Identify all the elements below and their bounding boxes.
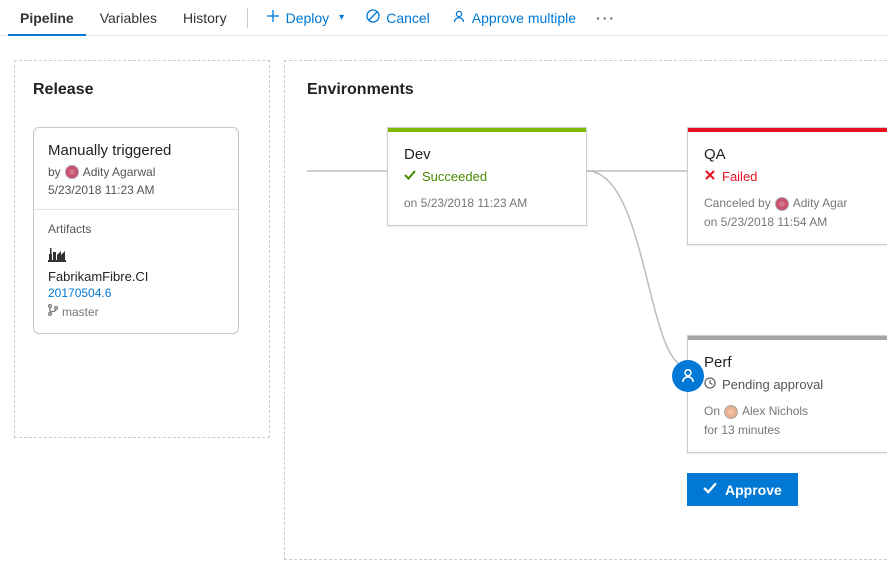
- clock-icon: [704, 377, 716, 392]
- deploy-button[interactable]: Deploy ▾: [256, 2, 355, 34]
- release-date: 5/23/2018 11:23 AM: [48, 183, 224, 197]
- canceled-label: Canceled by: [704, 194, 771, 213]
- cancel-icon: [366, 9, 380, 26]
- approve-button[interactable]: Approve: [687, 473, 798, 506]
- factory-icon: [48, 246, 224, 265]
- person-icon: [680, 367, 696, 386]
- release-title: Release: [33, 81, 255, 99]
- tab-history[interactable]: History: [171, 0, 239, 36]
- release-card[interactable]: Manually triggered by Adity Agarwal 5/23…: [33, 127, 239, 334]
- approval-badge[interactable]: [672, 360, 704, 392]
- env-meta: Canceled by Adity Agar on 5/23/2018 11:5…: [704, 194, 878, 232]
- env-name: Dev: [404, 146, 570, 163]
- avatar-icon: [775, 197, 789, 211]
- release-trigger-title: Manually triggered: [48, 142, 224, 159]
- tab-variables[interactable]: Variables: [88, 0, 169, 36]
- duration: for 13 minutes: [704, 421, 878, 440]
- status-text: Succeeded: [422, 169, 487, 184]
- env-meta: on 5/23/2018 11:23 AM: [404, 194, 570, 213]
- approve-multiple-label: Approve multiple: [472, 10, 576, 26]
- release-by-row: by Adity Agarwal: [48, 165, 224, 179]
- person-icon: [452, 9, 466, 26]
- release-card-top: Manually triggered by Adity Agarwal 5/23…: [34, 128, 238, 210]
- environments-title: Environments: [307, 81, 887, 99]
- branch-row: master: [48, 304, 224, 319]
- environments-panel: Environments Dev Succeeded: [284, 60, 887, 560]
- env-name: Perf: [704, 354, 878, 371]
- environment-card-perf[interactable]: Perf Pending approval On Alex Nichols: [687, 335, 887, 453]
- status-text: Failed: [722, 169, 757, 184]
- branch-icon: [48, 304, 58, 319]
- cancel-button[interactable]: Cancel: [356, 2, 440, 34]
- release-panel: Release Manually triggered by Adity Agar…: [14, 60, 270, 438]
- approve-label: Approve: [725, 482, 782, 498]
- environment-card-dev[interactable]: Dev Succeeded on 5/23/2018 11:23 AM: [387, 127, 587, 226]
- by-user: Adity Agarwal: [83, 165, 156, 179]
- artifact-build-link[interactable]: 20170504.6: [48, 286, 224, 300]
- env-status: Pending approval: [704, 377, 878, 392]
- on-user: Alex Nichols: [742, 402, 808, 421]
- status-text: Pending approval: [722, 377, 823, 392]
- check-icon: [703, 481, 717, 498]
- chevron-down-icon: ▾: [339, 12, 344, 23]
- toolbar-separator: [247, 8, 248, 28]
- cancel-label: Cancel: [386, 10, 430, 26]
- toolbar: Pipeline Variables History Deploy ▾ Canc…: [0, 0, 887, 36]
- environments-canvas: Dev Succeeded on 5/23/2018 11:23 AM: [307, 127, 887, 557]
- env-meta: On Alex Nichols for 13 minutes: [704, 402, 878, 440]
- env-status: Failed: [704, 169, 878, 184]
- artifacts-label: Artifacts: [48, 222, 224, 236]
- x-icon: [704, 169, 716, 184]
- canceled-user: Adity Agar: [793, 194, 848, 213]
- branch-name: master: [62, 305, 99, 319]
- by-label: by: [48, 165, 61, 179]
- artifact-name: FabrikamFibre.CI: [48, 269, 224, 284]
- env-name: QA: [704, 146, 878, 163]
- avatar-icon: [724, 405, 738, 419]
- env-status: Succeeded: [404, 169, 570, 184]
- env-date: on 5/23/2018 11:23 AM: [404, 196, 527, 210]
- env-body: Dev Succeeded on 5/23/2018 11:23 AM: [388, 132, 586, 225]
- environment-card-qa[interactable]: QA Failed Canceled by Adity Agar: [687, 127, 887, 245]
- on-label: On: [704, 402, 720, 421]
- check-icon: [404, 169, 416, 184]
- release-card-bottom: Artifacts FabrikamFibre.CI 20170504.6 ma…: [34, 210, 238, 333]
- avatar-icon: [65, 165, 79, 179]
- deploy-label: Deploy: [286, 10, 330, 26]
- more-button[interactable]: ···: [588, 2, 624, 34]
- tab-pipeline[interactable]: Pipeline: [8, 0, 86, 36]
- approve-multiple-button[interactable]: Approve multiple: [442, 2, 586, 34]
- main-area: Release Manually triggered by Adity Agar…: [0, 36, 887, 560]
- env-body: QA Failed Canceled by Adity Agar: [688, 132, 887, 244]
- env-date: on 5/23/2018 11:54 AM: [704, 213, 878, 232]
- env-body: Perf Pending approval On Alex Nichols: [688, 340, 887, 452]
- plus-icon: [266, 9, 280, 26]
